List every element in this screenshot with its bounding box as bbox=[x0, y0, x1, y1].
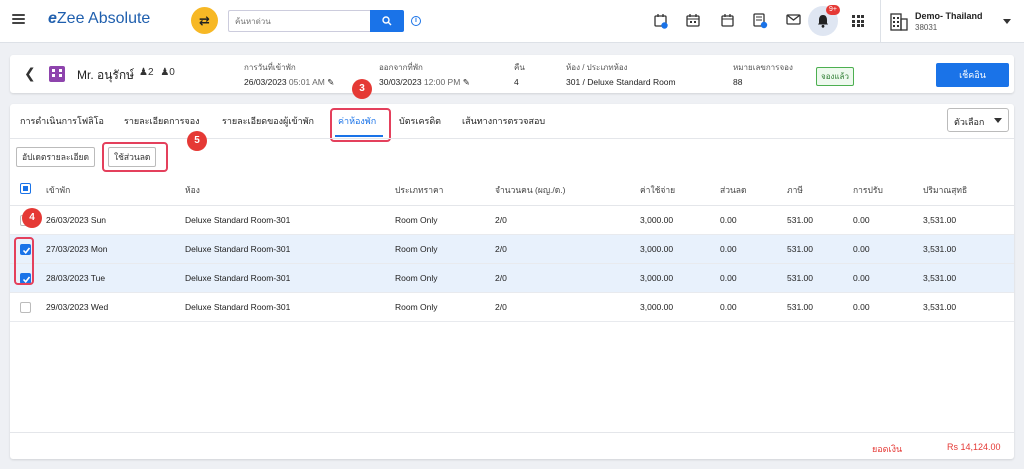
adult-icon: ♟ bbox=[139, 67, 148, 78]
hotel-name[interactable]: Demo- Thailand bbox=[915, 11, 983, 21]
row-checkbox[interactable] bbox=[20, 302, 31, 313]
child-icon: ♟ bbox=[160, 67, 170, 78]
reservation-number-field: หมายเลขการจอง 88 bbox=[733, 63, 793, 87]
room-charges-panel: การดำเนินการโฟลิโอ รายละเอียดการจอง รายล… bbox=[10, 79, 1014, 459]
balance-label: ยอดเงิน bbox=[872, 444, 903, 454]
menu-icon[interactable] bbox=[12, 14, 25, 24]
status-badge: จองแล้ว bbox=[816, 67, 854, 86]
highlight-box-discount bbox=[102, 142, 168, 172]
highlight-box-tab bbox=[330, 108, 391, 142]
divider bbox=[10, 138, 1014, 139]
calendar-add-icon[interactable] bbox=[654, 13, 668, 29]
apps-grid-icon[interactable] bbox=[852, 15, 864, 27]
bell-icon bbox=[818, 15, 828, 28]
guest-name: Mr. อนุรักษ์ bbox=[77, 68, 135, 82]
back-arrow-icon[interactable]: ❮ bbox=[24, 65, 36, 82]
departure-field: ออกจากที่พัก 30/03/2023 12:00 PM ✎ bbox=[379, 63, 470, 87]
arrival-field: การวันที่เข้าพัก 26/03/2023 05:01 AM ✎ bbox=[244, 63, 335, 87]
table-row[interactable]: 29/03/2023 Wed Deluxe Standard Room-301 … bbox=[10, 293, 1014, 322]
tab-audit-trail[interactable]: เส้นทางการตรวจสอบ bbox=[462, 114, 545, 128]
step-badge-5: 5 bbox=[187, 131, 207, 151]
guest-pax: ♟2 ♟0 bbox=[139, 67, 175, 78]
chevron-down-icon[interactable] bbox=[1003, 19, 1011, 24]
balance-value: Rs 14,124.00 bbox=[947, 442, 1001, 452]
step-badge-3: 3 bbox=[352, 79, 372, 99]
tab-booking-details[interactable]: รายละเอียดการจอง bbox=[124, 114, 200, 128]
chevron-down-icon bbox=[994, 118, 1002, 123]
notification-count-badge: 9+ bbox=[826, 5, 840, 15]
divider bbox=[880, 0, 881, 43]
hotel-building-icon bbox=[890, 13, 908, 31]
search-button[interactable] bbox=[370, 10, 404, 32]
table-row[interactable]: 28/03/2023 Tue Deluxe Standard Room-301 … bbox=[10, 264, 1014, 293]
info-icon[interactable]: i bbox=[411, 16, 421, 26]
table-row[interactable]: 27/03/2023 Mon Deluxe Standard Room-301 … bbox=[10, 235, 1014, 264]
step-badge-4: 4 bbox=[22, 208, 42, 228]
search-input[interactable] bbox=[228, 10, 370, 32]
search-icon bbox=[382, 16, 392, 26]
select-all-checkbox[interactable] bbox=[20, 183, 31, 194]
table-header: เข้าพัก ห้อง ประเภทราคา จำนวนคน (ผญ./ด.)… bbox=[10, 174, 1014, 206]
table-row[interactable]: 26/03/2023 Sun Deluxe Standard Room-301 … bbox=[10, 206, 1014, 235]
room-field: ห้อง / ประเภทห้อง 301 / Deluxe Standard … bbox=[566, 63, 676, 87]
edit-pencil-icon[interactable]: ✎ bbox=[327, 77, 334, 87]
update-details-button[interactable]: อัปเดตรายละเอียด bbox=[16, 147, 96, 167]
edit-pencil-icon[interactable]: ✎ bbox=[463, 77, 470, 87]
calendar-icon[interactable] bbox=[721, 13, 735, 28]
tab-credit-card[interactable]: บัตรเครดิต bbox=[399, 114, 441, 128]
calendar-grid-icon[interactable] bbox=[686, 13, 701, 28]
top-bar: eZee Absolute ⇄ i 9+ Demo- Thailand 3803… bbox=[0, 0, 1024, 43]
options-dropdown[interactable]: ตัวเลือก bbox=[947, 108, 1009, 132]
mail-icon[interactable] bbox=[786, 13, 801, 26]
tab-guest-details[interactable]: รายละเอียดของผู้เข้าพัก bbox=[222, 114, 314, 128]
totals-footer: ยอดเงิน Rs 14,124.00 bbox=[10, 432, 1014, 459]
document-badge-icon[interactable] bbox=[753, 13, 768, 29]
hotel-id: 38031 bbox=[915, 23, 938, 32]
highlight-box-checkboxes bbox=[14, 237, 34, 285]
nights-field: คืน 4 bbox=[514, 63, 525, 87]
room-building-icon bbox=[49, 66, 65, 82]
app-logo[interactable]: eZee Absolute bbox=[48, 10, 150, 28]
tab-folio-operations[interactable]: การดำเนินการโฟลิโอ bbox=[20, 114, 104, 128]
shuffle-icon[interactable]: ⇄ bbox=[191, 7, 218, 34]
checkin-button[interactable]: เช็คอิน bbox=[936, 63, 1009, 87]
reservation-summary-card: ❮ Mr. อนุรักษ์ ♟2 ♟0 การวันที่เข้าพัก 26… bbox=[10, 55, 1014, 93]
